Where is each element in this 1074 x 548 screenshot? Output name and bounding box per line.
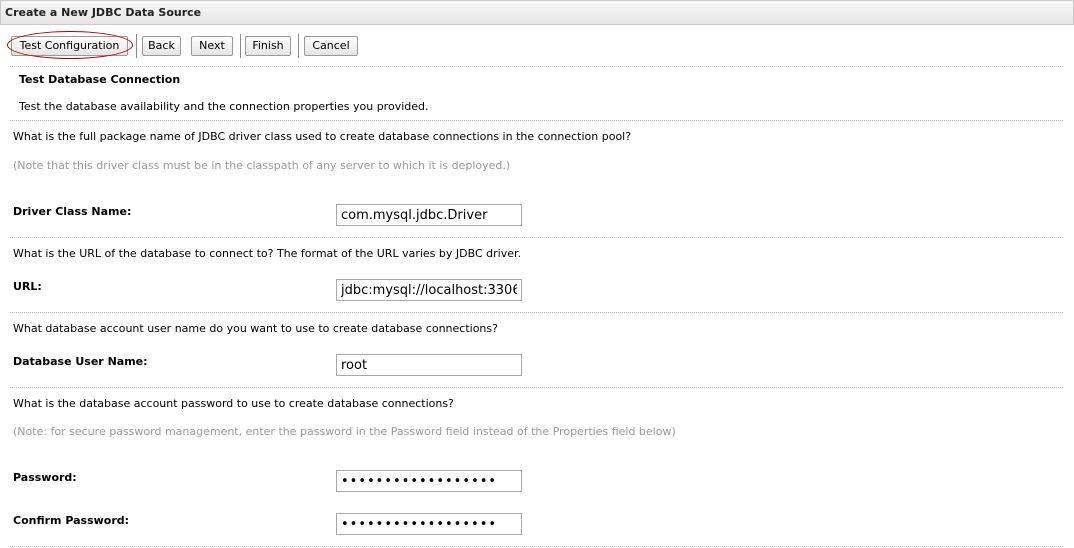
cancel-button[interactable]: Cancel (304, 36, 358, 56)
driver-note: (Note that this driver class must be in … (13, 159, 511, 172)
driver-class-input[interactable] (336, 204, 522, 226)
password-note: (Note: for secure password management, e… (13, 425, 676, 438)
database-user-name-input[interactable] (336, 354, 522, 376)
back-button[interactable]: Back (142, 36, 181, 56)
divider (10, 237, 1063, 238)
highlight-annotation-ring (7, 31, 133, 59)
window-title-bar: Create a New JDBC Data Source (0, 0, 1074, 25)
toolbar-separator (136, 34, 137, 58)
user-question: What database account user name do you w… (13, 322, 498, 335)
divider (10, 312, 1063, 313)
confirm-password-label: Confirm Password: (13, 514, 130, 527)
toolbar-separator (298, 34, 299, 58)
divider (10, 66, 1063, 67)
url-question: What is the URL of the database to conne… (13, 247, 521, 260)
confirm-password-input[interactable] (336, 513, 522, 535)
finish-button[interactable]: Finish (245, 36, 291, 56)
password-question: What is the database account password to… (13, 397, 454, 410)
password-input[interactable] (336, 470, 522, 492)
driver-question: What is the full package name of JDBC dr… (13, 130, 632, 143)
database-user-name-label: Database User Name: (13, 355, 148, 368)
driver-class-label: Driver Class Name: (13, 205, 132, 218)
section-heading: Test Database Connection (19, 73, 181, 86)
divider (10, 120, 1063, 121)
toolbar-separator (240, 34, 241, 58)
password-label: Password: (13, 471, 77, 484)
window-title: Create a New JDBC Data Source (5, 6, 202, 19)
next-button[interactable]: Next (191, 36, 233, 56)
divider (10, 546, 1063, 547)
url-label: URL: (13, 280, 42, 293)
url-input[interactable] (336, 279, 522, 301)
wizard-toolbar: Test Configuration Back Next Finish Canc… (0, 34, 1074, 58)
jdbc-wizard-page: Create a New JDBC Data Source Test Confi… (0, 0, 1074, 548)
section-description: Test the database availability and the c… (19, 100, 429, 113)
divider (10, 387, 1063, 388)
